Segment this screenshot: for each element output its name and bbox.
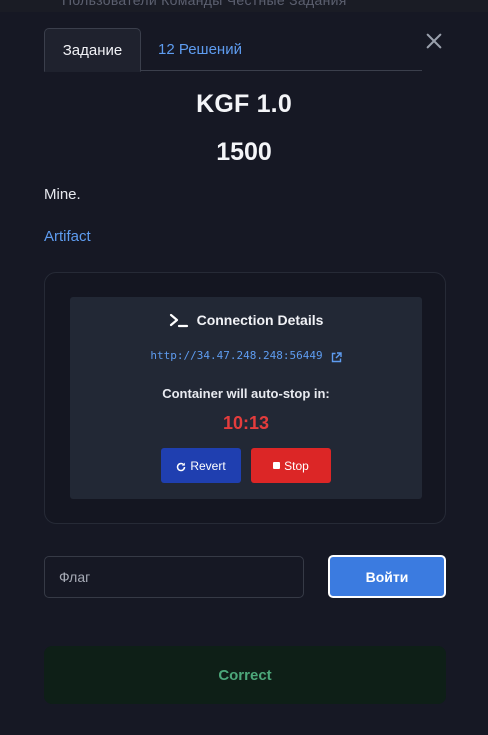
artifact-link[interactable]: Artifact [44,228,91,245]
terminal-icon [169,312,189,328]
auto-stop-label: Container will auto-stop in: [162,386,330,401]
challenge-tabs: Задание 12 Решений [44,28,422,72]
stop-label: Stop [284,458,309,473]
connection-title: Connection Details [196,312,324,328]
background-nav-text: Пользователи Команды Честные Задания [62,0,347,8]
tab-solves[interactable]: 12 Решений [158,28,242,71]
close-icon[interactable] [422,29,446,53]
challenge-title: KGF 1.0 [196,90,292,118]
background-navbar: Пользователи Команды Честные Задания [0,0,488,12]
challenge-points: 1500 [216,138,272,166]
flag-input[interactable] [44,556,304,598]
connection-header: Connection Details [70,312,422,328]
connection-url-row: http://34.47.248.248:56449 [70,349,422,363]
stop-button[interactable]: Stop [251,448,331,483]
connection-url[interactable]: http://34.47.248.248:56449 [150,349,322,362]
tab-challenge[interactable]: Задание [44,28,141,72]
submit-flag-button[interactable]: Войти [328,555,446,598]
connection-details-panel: Connection Details http://34.47.248.248:… [70,297,422,499]
challenge-description: Mine. [44,186,81,203]
challenge-modal: Задание 12 Решений KGF 1.0 1500 Mine. Ar… [0,12,488,735]
result-banner: Correct [44,646,446,704]
revert-icon [176,461,186,471]
auto-stop-timer: 10:13 [222,413,270,433]
instance-card: Connection Details http://34.47.248.248:… [44,272,446,524]
revert-label: Revert [190,458,226,473]
external-link-icon[interactable] [331,350,342,363]
stop-icon [273,462,281,469]
revert-button[interactable]: Revert [161,448,241,483]
result-message: Correct [218,666,272,684]
